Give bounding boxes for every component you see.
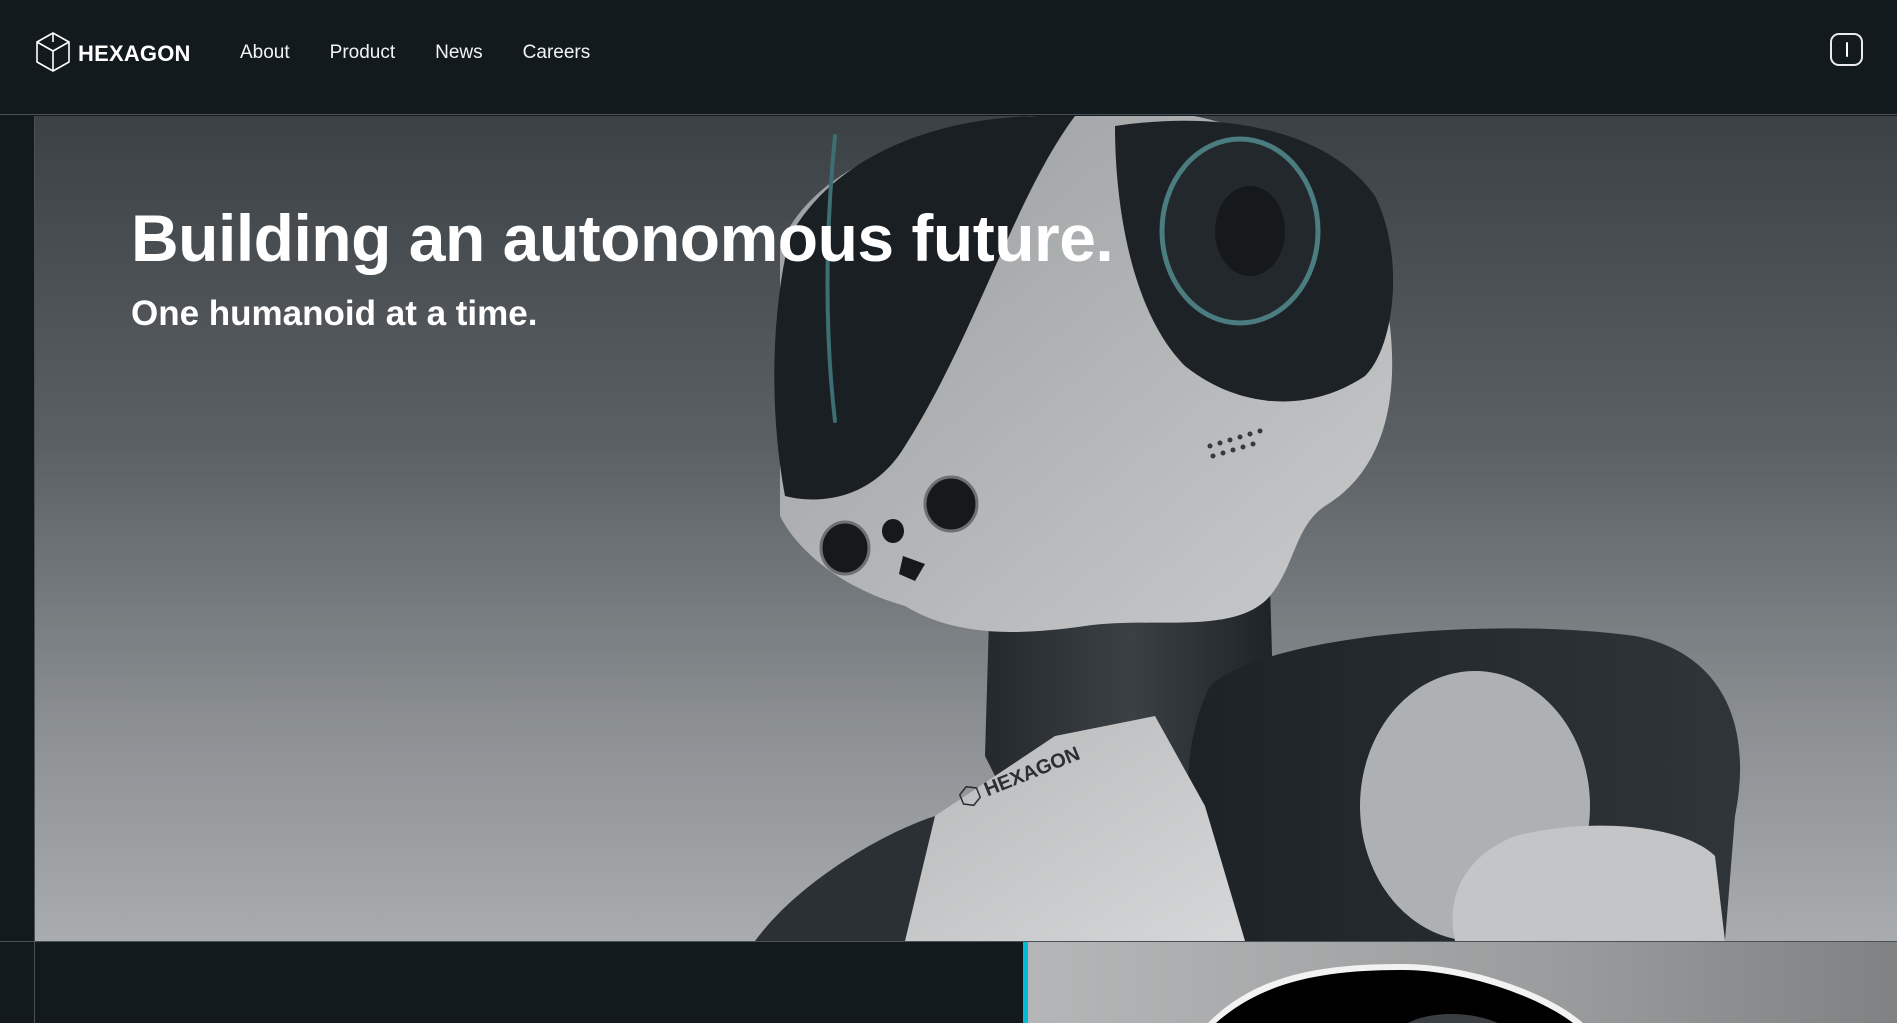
hero-subtitle: One humanoid at a time. [131, 294, 538, 333]
lower-content-panel [35, 942, 1023, 1023]
site-header: HEXAGON About Product News Careers [0, 0, 1897, 115]
menu-toggle-button[interactable] [1830, 33, 1863, 66]
main-nav: About Product News Careers [240, 42, 630, 64]
nav-link-news[interactable]: News [435, 42, 483, 64]
nav-link-careers[interactable]: Careers [523, 42, 591, 64]
hexagon-logo-icon [34, 31, 72, 78]
hero-section: HEXAGON Building an autonomous future. O… [35, 116, 1897, 941]
nav-link-product[interactable]: Product [330, 42, 395, 64]
nav-link-about[interactable]: About [240, 42, 290, 64]
menu-toggle-icon [1845, 42, 1848, 57]
hero-title: Building an autonomous future. [131, 201, 1114, 275]
robot-detail-photo [1028, 942, 1897, 1023]
brand-logo[interactable]: HEXAGON [34, 31, 191, 78]
brand-name: HEXAGON [78, 41, 191, 66]
